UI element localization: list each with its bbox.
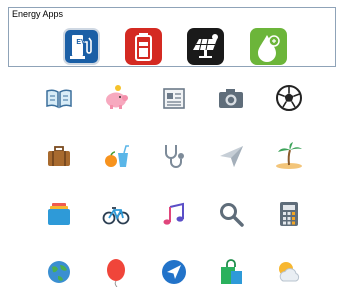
- shopping-bag-icon[interactable]: [216, 257, 246, 287]
- camera-icon[interactable]: [216, 83, 246, 113]
- bicycle-icon[interactable]: [101, 199, 131, 229]
- water-drop-icon: [258, 35, 280, 62]
- piggy-bank-icon[interactable]: [101, 83, 131, 113]
- battery-icon: [135, 33, 152, 61]
- balloon-icon[interactable]: [101, 257, 131, 287]
- panel-title: Energy Apps: [12, 9, 64, 19]
- open-book-icon[interactable]: [44, 83, 74, 113]
- energy-apps-panel: Energy Apps EV: [8, 7, 336, 67]
- soccer-ball-icon[interactable]: [274, 83, 304, 113]
- battery-app[interactable]: [125, 28, 162, 65]
- weather-cloud-icon[interactable]: [274, 257, 304, 287]
- calculator-icon[interactable]: [274, 199, 304, 229]
- fruit-drink-icon[interactable]: [101, 141, 131, 171]
- solar-panel-app[interactable]: [187, 28, 224, 65]
- paper-plane-icon[interactable]: [216, 141, 246, 171]
- stacked-folders-icon[interactable]: [44, 199, 74, 229]
- ev-charger-app[interactable]: EV: [63, 28, 100, 65]
- location-arrow-icon[interactable]: [159, 257, 189, 287]
- suitcase-icon[interactable]: [44, 141, 74, 171]
- stethoscope-icon[interactable]: [159, 141, 189, 171]
- newspaper-icon[interactable]: [159, 83, 189, 113]
- globe-icon[interactable]: [44, 257, 74, 287]
- water-drop-app[interactable]: [250, 28, 287, 65]
- music-notes-icon[interactable]: [159, 199, 189, 229]
- ev-charger-icon: [70, 35, 92, 59]
- palm-island-icon[interactable]: [274, 141, 304, 171]
- solar-panel-icon: [193, 34, 218, 58]
- magnifier-icon[interactable]: [216, 199, 246, 229]
